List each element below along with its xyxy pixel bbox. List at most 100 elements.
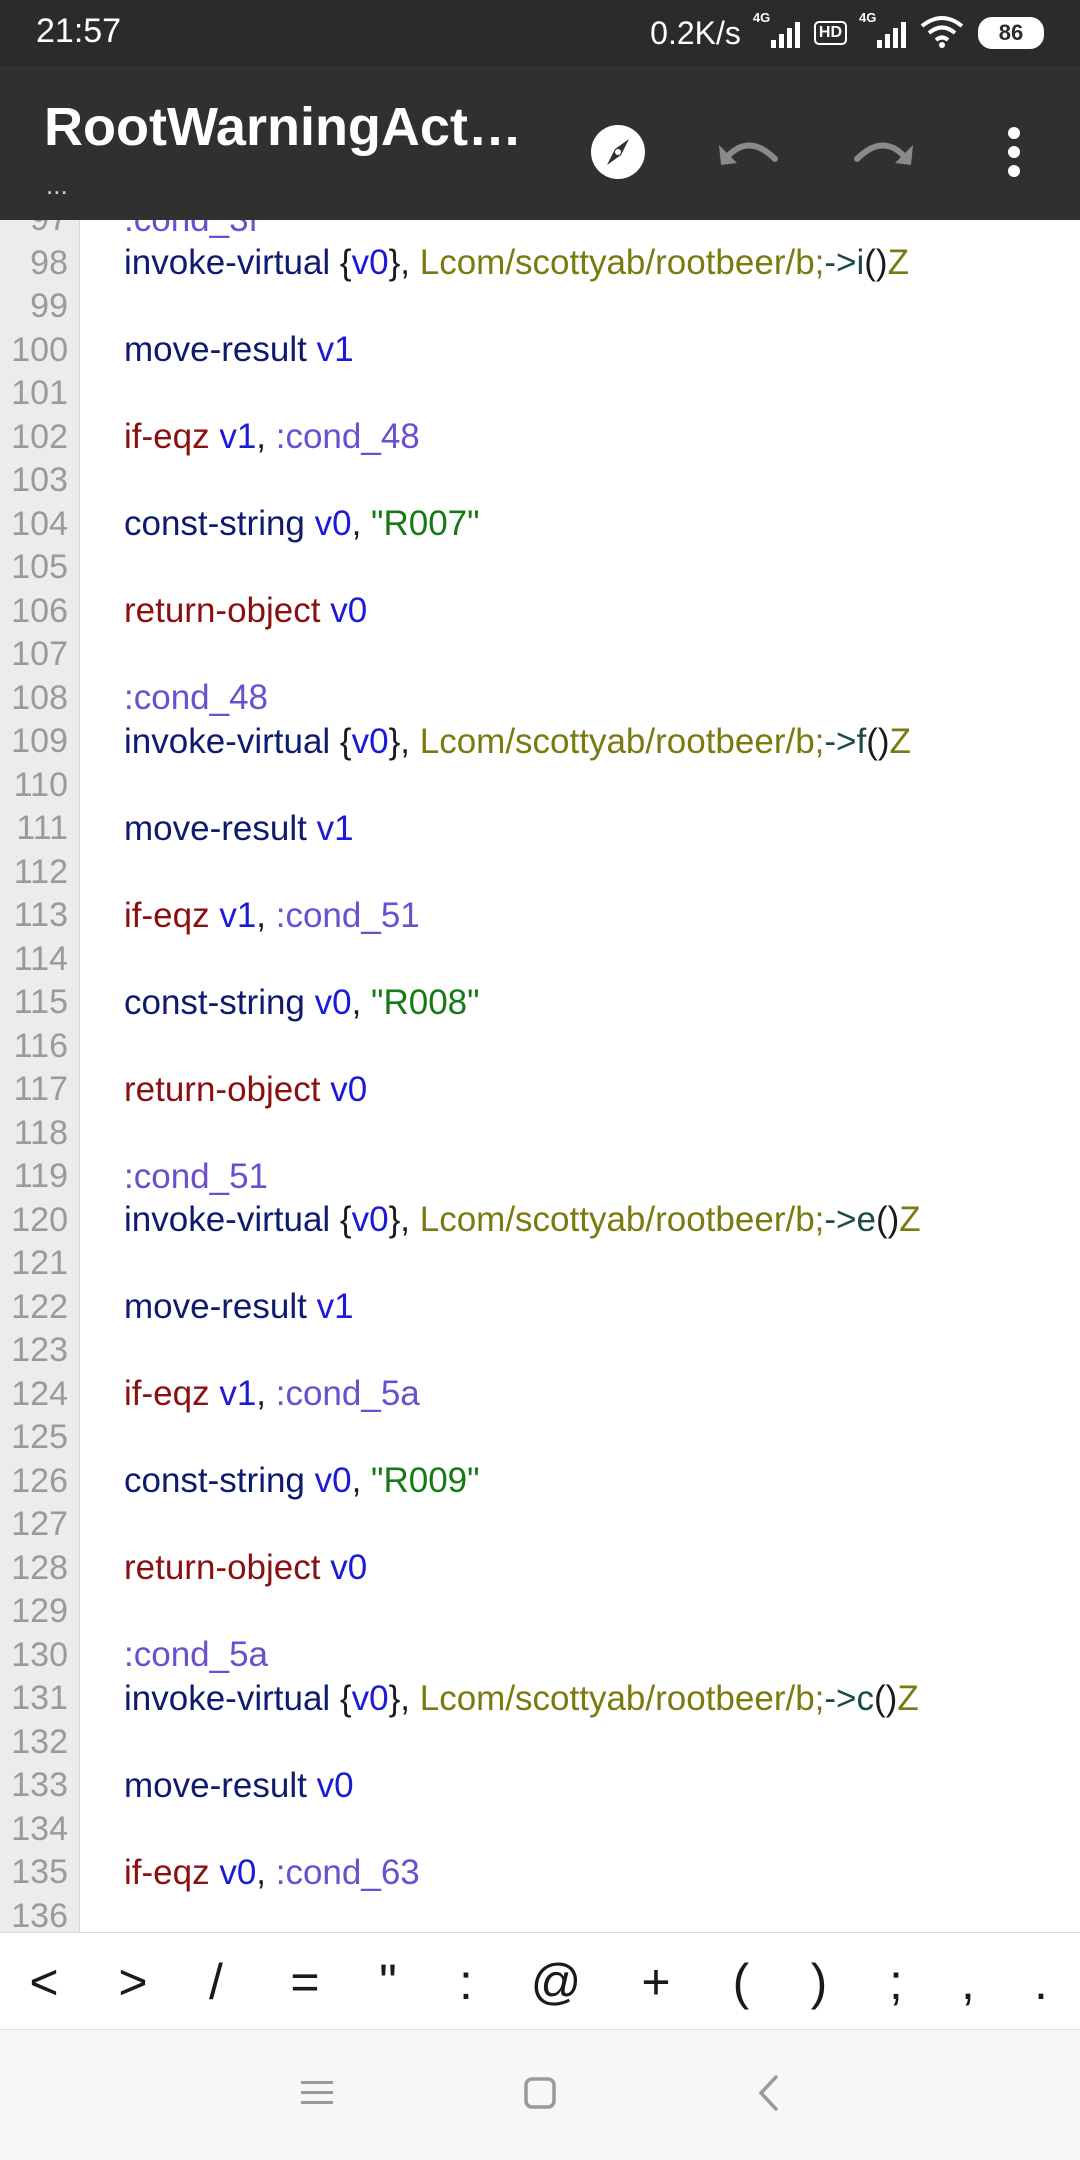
line-number: 130 xyxy=(11,1635,68,1674)
symbol-key[interactable]: / xyxy=(186,1933,246,2031)
code-line[interactable]: 111 move-result v1 xyxy=(0,807,1080,851)
code-line[interactable]: 131 invoke-virtual {v0}, Lcom/scottyab/ro… xyxy=(0,1677,1080,1721)
signal-icon: 4G xyxy=(753,10,800,48)
code-line[interactable]: 105 xyxy=(0,546,1080,590)
code-token: Z xyxy=(897,1678,919,1718)
code-line[interactable]: 119:cond_51 xyxy=(0,1155,1080,1199)
code-token: "R008" xyxy=(371,982,480,1022)
code-token: :cond_51 xyxy=(275,895,420,935)
navigate-button[interactable] xyxy=(578,114,658,194)
symbol-key[interactable]: + xyxy=(626,1933,686,2031)
line-number: 102 xyxy=(11,417,68,456)
system-nav-bar xyxy=(0,2030,1080,2160)
code-line[interactable]: 114 xyxy=(0,938,1080,982)
code-line[interactable]: 106 return-object v0 xyxy=(0,590,1080,634)
code-token: { xyxy=(339,1200,352,1240)
code-line[interactable]: 115 const-string v0, "R008" xyxy=(0,981,1080,1025)
code-token: :cond_51 xyxy=(124,1156,269,1196)
code-text: invoke-virtual {v0}, Lcom/scottyab/rootb… xyxy=(124,1200,921,1240)
code-line[interactable]: 104 const-string v0, "R007" xyxy=(0,503,1080,547)
code-line[interactable]: 121 xyxy=(0,1242,1080,1286)
line-number: 113 xyxy=(13,896,68,935)
code-text: move-result v1 xyxy=(124,809,354,849)
line-number: 111 xyxy=(16,809,68,848)
line-number: 127 xyxy=(11,1505,68,1544)
code-line[interactable]: 108:cond_48 xyxy=(0,677,1080,721)
code-text: invoke-virtual {v0}, Lcom/scottyab/rootb… xyxy=(124,722,911,762)
code-line[interactable]: 112 xyxy=(0,851,1080,895)
code-token: ->i xyxy=(824,243,865,283)
symbol-key[interactable]: . xyxy=(1011,1933,1071,2031)
code-line[interactable]: 123 xyxy=(0,1329,1080,1373)
line-number: 107 xyxy=(11,635,68,674)
recent-apps-button[interactable] xyxy=(277,2060,357,2130)
line-number: 136 xyxy=(11,1896,68,1932)
code-line[interactable]: 129 xyxy=(0,1590,1080,1634)
code-line[interactable]: 103 xyxy=(0,459,1080,503)
home-button[interactable] xyxy=(500,2060,580,2130)
symbol-key[interactable]: , xyxy=(938,1933,998,2031)
menu-icon xyxy=(299,2078,335,2113)
symbol-key[interactable]: > xyxy=(103,1933,163,2031)
line-number: 108 xyxy=(11,678,68,717)
line-number: 116 xyxy=(13,1026,68,1065)
symbol-key[interactable]: ( xyxy=(711,1933,771,2031)
code-line[interactable]: 136 xyxy=(0,1895,1080,1932)
code-line[interactable]: 100 move-result v1 xyxy=(0,329,1080,373)
code-token: invoke-virtual xyxy=(124,1200,340,1240)
code-line[interactable]: 102 if-eqz v1, :cond_48 xyxy=(0,416,1080,460)
code-line[interactable]: 116 xyxy=(0,1025,1080,1069)
code-token: , xyxy=(256,1374,276,1414)
line-number: 129 xyxy=(11,1592,68,1631)
code-line[interactable]: 110 xyxy=(0,764,1080,808)
code-line[interactable]: 117 return-object v0 xyxy=(0,1068,1080,1112)
sim2-network-type: 4G xyxy=(859,10,877,25)
redo-button[interactable] xyxy=(842,114,922,194)
line-number: 114 xyxy=(13,939,68,978)
code-line[interactable]: 120 invoke-virtual {v0}, Lcom/scottyab/ro… xyxy=(0,1199,1080,1243)
code-lines: 97:cond_3f98invoke-virtual {v0}, Lcom/sc… xyxy=(0,220,1080,1932)
code-token: v0 xyxy=(351,721,389,761)
more-options-button[interactable] xyxy=(974,114,1054,194)
code-text: :cond_3f xyxy=(124,220,258,240)
symbol-key[interactable]: < xyxy=(14,1933,74,2031)
symbol-key[interactable]: @ xyxy=(526,1933,586,2031)
code-line[interactable]: 118 xyxy=(0,1112,1080,1156)
symbol-key[interactable]: ) xyxy=(789,1933,849,2031)
code-line[interactable]: 125 xyxy=(0,1416,1080,1460)
code-token: v1 xyxy=(316,330,354,370)
code-line[interactable]: 126 const-string v0, "R009" xyxy=(0,1460,1080,1504)
activity-subtitle: ... xyxy=(46,170,68,200)
symbol-key[interactable]: " xyxy=(358,1933,418,2031)
code-line[interactable]: 101 xyxy=(0,372,1080,416)
code-editor[interactable]: 97:cond_3f98invoke-virtual {v0}, Lcom/sc… xyxy=(0,220,1080,1932)
code-line[interactable]: 99 xyxy=(0,285,1080,329)
code-line[interactable]: 107 xyxy=(0,633,1080,677)
code-line[interactable]: 97:cond_3f xyxy=(0,220,1080,242)
code-line[interactable]: 122 move-result v1 xyxy=(0,1286,1080,1330)
code-line[interactable]: 109 invoke-virtual {v0}, Lcom/scottyab/ro… xyxy=(0,720,1080,764)
line-number: 98 xyxy=(30,243,68,282)
symbol-key[interactable]: : xyxy=(436,1933,496,2031)
code-token: Lcom/scottyab/rootbeer/b; xyxy=(419,721,825,761)
code-line[interactable]: 132 xyxy=(0,1721,1080,1765)
undo-button[interactable] xyxy=(710,114,790,194)
code-line[interactable]: 135 if-eqz v0, :cond_63 xyxy=(0,1851,1080,1895)
code-line[interactable]: 128 return-object v0 xyxy=(0,1547,1080,1591)
code-line[interactable]: 130:cond_5a xyxy=(0,1634,1080,1678)
line-number: 120 xyxy=(11,1200,68,1239)
symbol-key[interactable]: ; xyxy=(866,1933,926,2031)
back-button[interactable] xyxy=(728,2060,808,2130)
code-line[interactable]: 134 xyxy=(0,1808,1080,1852)
code-line[interactable]: 98 invoke-virtual {v0}, Lcom/scottyab/roo… xyxy=(0,242,1080,286)
line-number: 103 xyxy=(11,461,68,500)
code-line[interactable]: 113 if-eqz v1, :cond_51 xyxy=(0,894,1080,938)
code-text: if-eqz v1, :cond_51 xyxy=(124,896,420,936)
code-token: move-result xyxy=(124,1765,317,1805)
code-line[interactable]: 133 move-result v0 xyxy=(0,1764,1080,1808)
symbol-key[interactable]: = xyxy=(275,1933,335,2031)
code-token: const-string xyxy=(124,1461,315,1501)
code-line[interactable]: 124 if-eqz v1, :cond_5a xyxy=(0,1373,1080,1417)
code-token: v1 xyxy=(316,1287,354,1327)
code-line[interactable]: 127 xyxy=(0,1503,1080,1547)
